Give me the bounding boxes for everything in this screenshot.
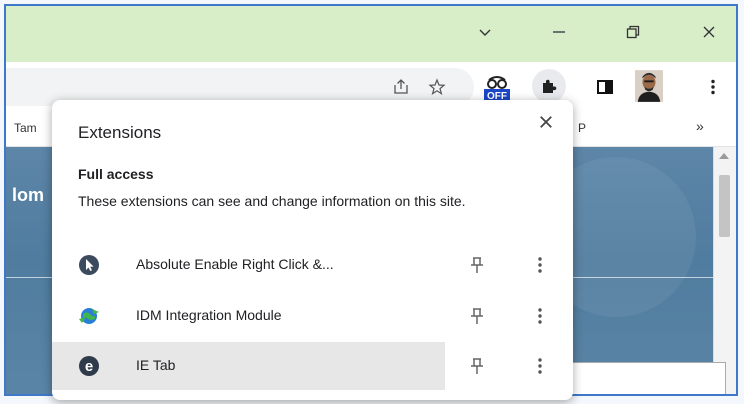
extension-name: IE Tab	[136, 357, 176, 373]
extensions-button[interactable]	[532, 69, 566, 103]
extension-row[interactable]: Absolute Enable Right Click &...	[52, 241, 573, 289]
globe-icon	[79, 308, 99, 324]
popup-close-button[interactable]	[534, 110, 558, 134]
pin-icon[interactable]	[468, 356, 486, 376]
close-icon	[703, 26, 715, 38]
chrome-menu-button[interactable]	[700, 74, 726, 100]
side-panel-button[interactable]	[592, 74, 618, 100]
pin-icon[interactable]	[468, 306, 486, 326]
extension-row-hovered[interactable]: e IE Tab	[52, 342, 573, 390]
chevron-down-icon	[479, 29, 491, 36]
svg-text:e: e	[85, 358, 93, 375]
minimize-icon	[553, 31, 565, 33]
extension-name: IDM Integration Module	[136, 307, 282, 323]
section-title: Full access	[78, 166, 154, 182]
scrollbar-thumb[interactable]	[719, 175, 730, 237]
bookmark-item-partial[interactable]: P	[578, 121, 586, 135]
star-icon	[428, 78, 446, 95]
cursor-icon	[79, 255, 99, 275]
bookmark-star-button[interactable]	[424, 74, 450, 100]
close-window-button[interactable]	[692, 18, 726, 46]
close-icon	[540, 116, 552, 128]
restore-icon	[626, 25, 640, 38]
restore-button[interactable]	[616, 18, 650, 46]
ie-icon: e	[79, 356, 99, 376]
title-bar	[6, 6, 736, 62]
kebab-menu-icon	[711, 79, 715, 95]
row-background-trim	[445, 342, 573, 390]
extension-name: Absolute Enable Right Click &...	[136, 256, 334, 272]
page-heading-partial: lom	[12, 185, 45, 205]
scroll-up-arrow-icon[interactable]	[719, 153, 729, 159]
more-bookmarks-chevron[interactable]: »	[696, 118, 704, 134]
glasses-off-icon: OFF	[484, 76, 510, 102]
extension-row[interactable]: IDM Integration Module	[52, 292, 573, 340]
puzzle-icon	[543, 79, 557, 93]
more-options-icon[interactable]	[530, 255, 550, 275]
tab-search-button[interactable]	[468, 18, 502, 46]
extensions-popup: Extensions Full access These extensions …	[52, 100, 573, 400]
popup-title: Extensions	[78, 123, 162, 142]
minimize-button[interactable]	[542, 18, 576, 46]
side-panel-icon	[597, 80, 613, 94]
section-description: These extensions can see and change info…	[78, 193, 466, 209]
share-icon	[394, 79, 408, 94]
share-button[interactable]	[388, 74, 414, 100]
page-scrollbar[interactable]	[713, 147, 736, 394]
bookmark-item[interactable]: Tam	[14, 121, 37, 135]
ie-off-extension-button[interactable]: OFF	[482, 70, 512, 104]
more-options-icon[interactable]	[530, 356, 550, 376]
avatar	[635, 70, 663, 102]
more-options-icon[interactable]	[530, 306, 550, 326]
pin-icon[interactable]	[468, 255, 486, 275]
profile-button[interactable]	[634, 69, 664, 103]
